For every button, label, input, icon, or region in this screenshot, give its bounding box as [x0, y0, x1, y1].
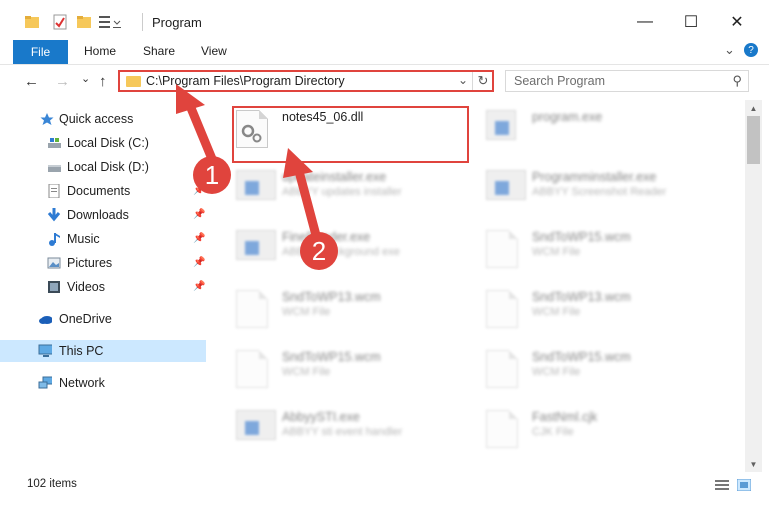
arrow-head-1 [176, 84, 205, 114]
arrow-head-2 [283, 148, 313, 178]
step-badge-2: 2 [300, 232, 338, 270]
step-badge-1: 1 [193, 156, 231, 194]
annotation-arrows [176, 84, 322, 244]
